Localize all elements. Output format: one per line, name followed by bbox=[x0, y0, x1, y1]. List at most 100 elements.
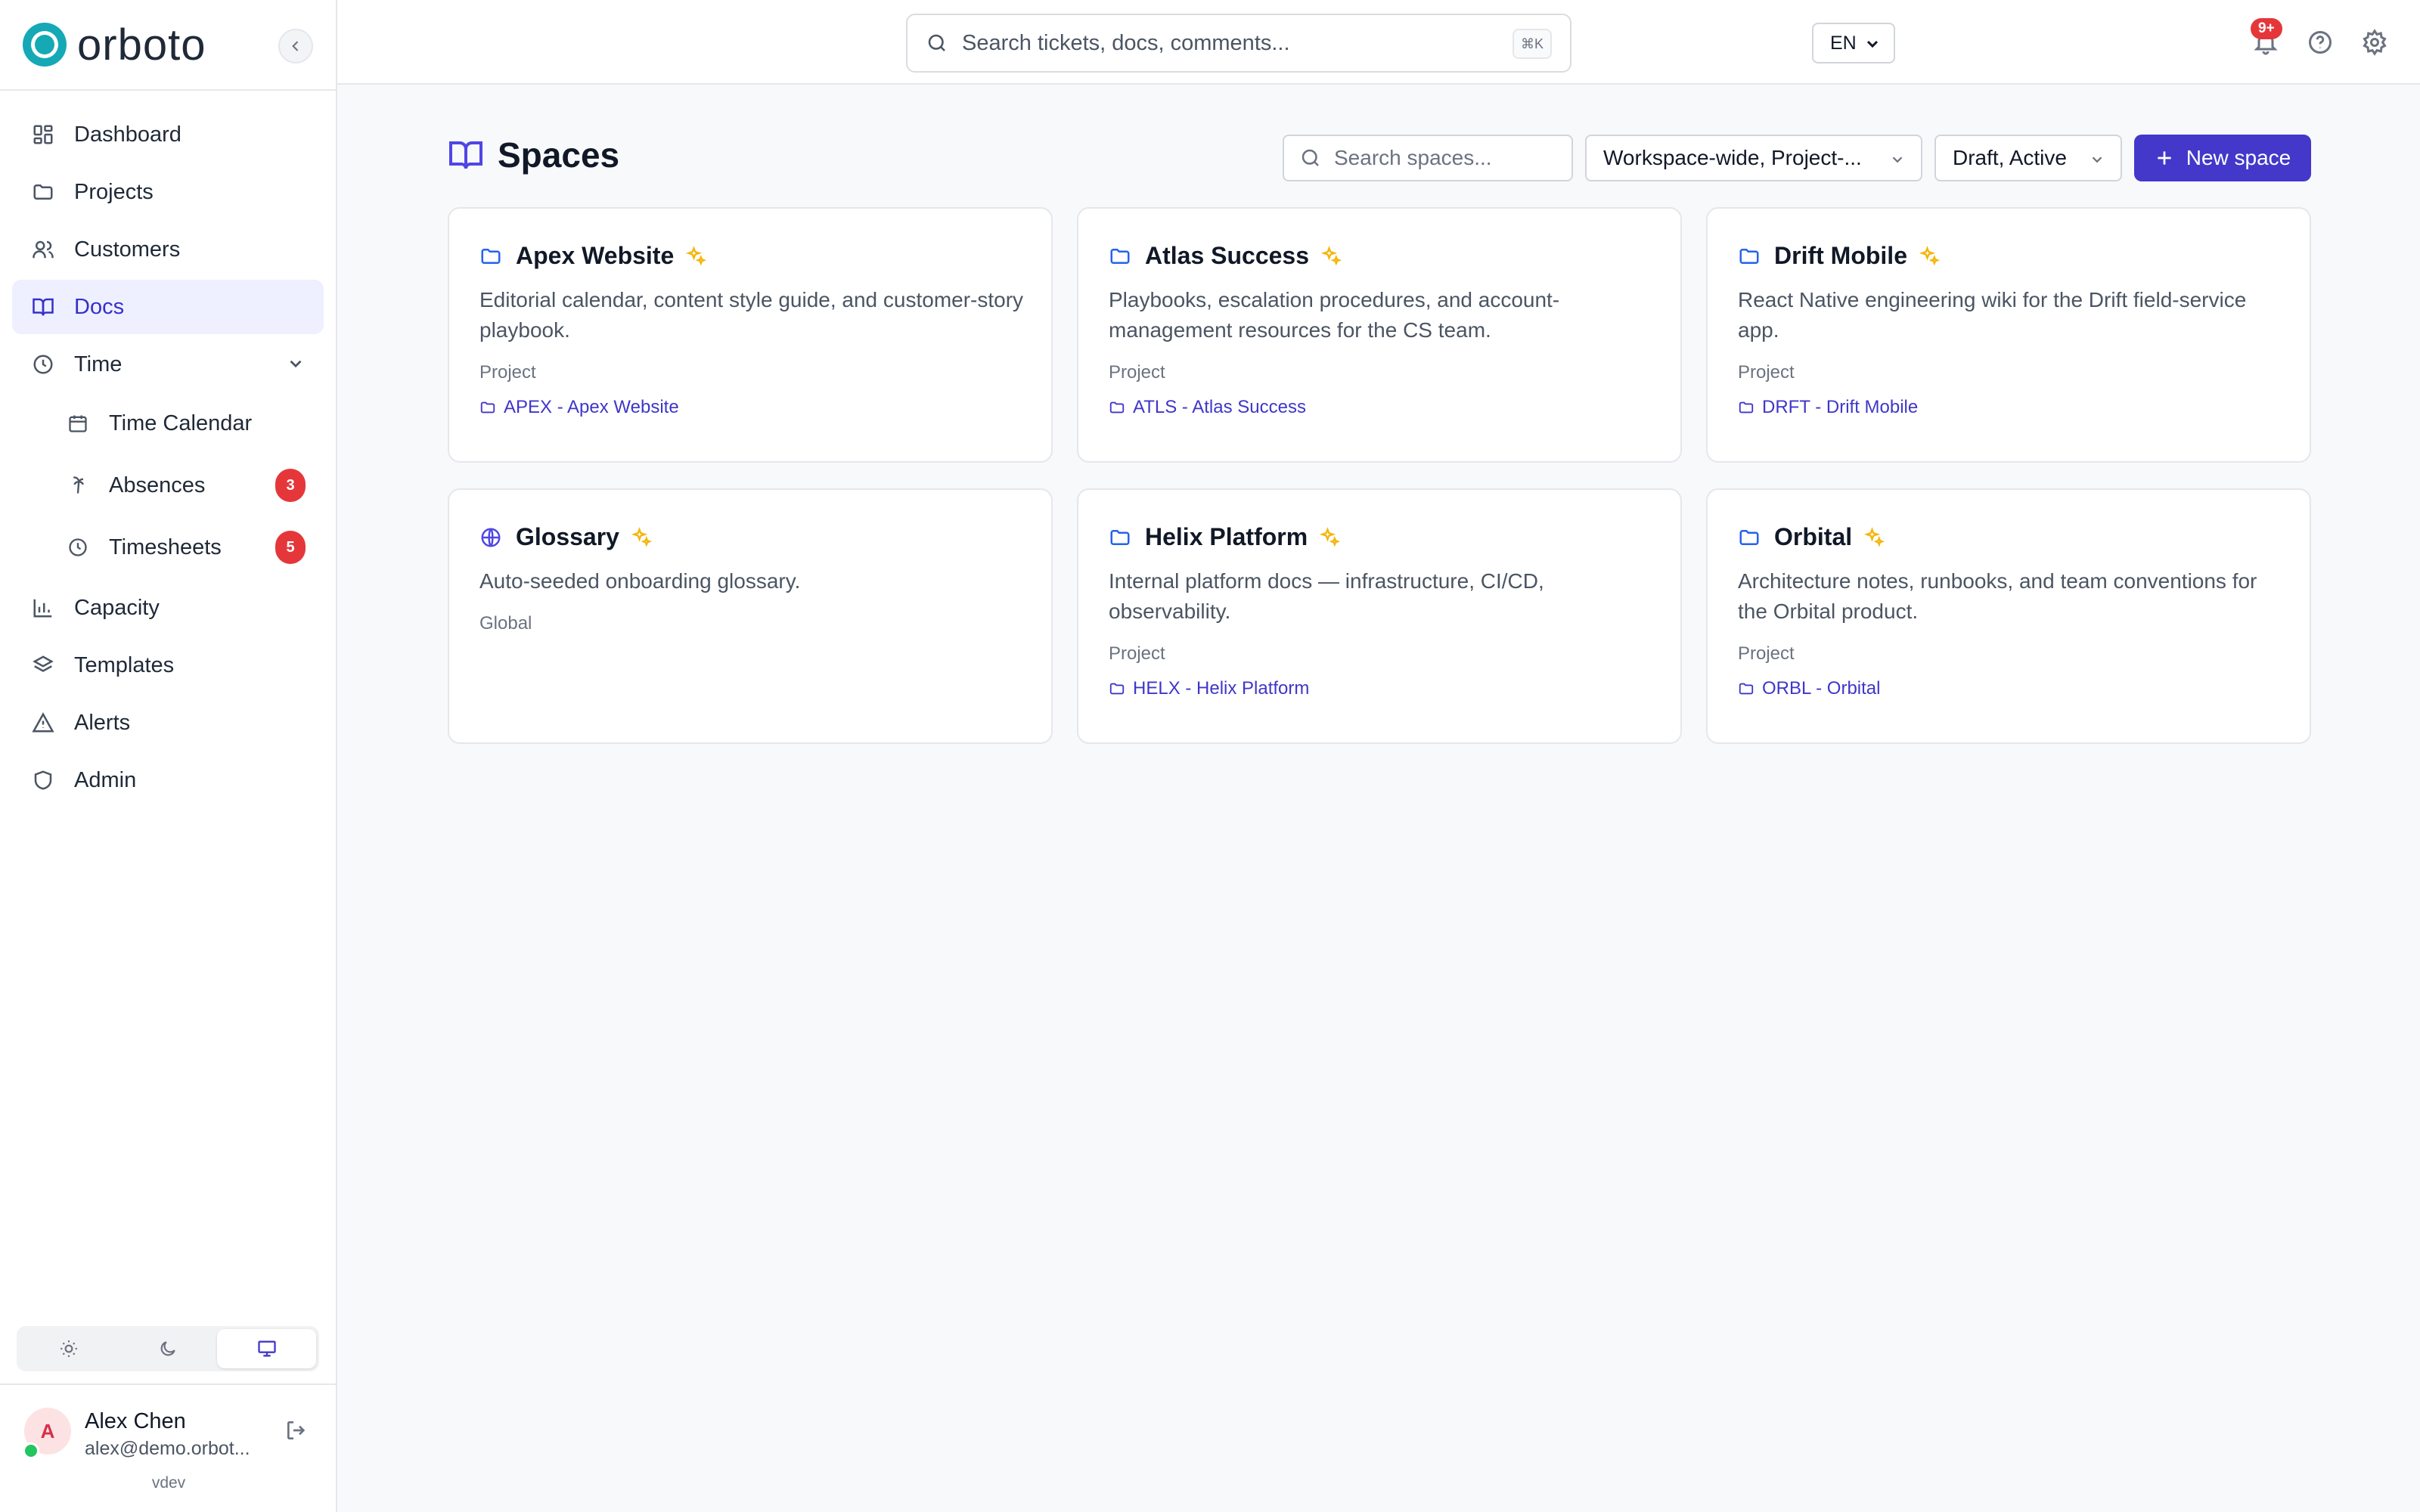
bar-chart-icon bbox=[30, 595, 56, 621]
sidebar-item-label: Customers bbox=[74, 237, 181, 262]
space-card[interactable]: Helix Platform Internal platform docs — … bbox=[1077, 488, 1682, 744]
language-value: EN bbox=[1830, 32, 1857, 54]
space-project-link-label: HELX - Helix Platform bbox=[1133, 678, 1310, 699]
help-icon bbox=[2309, 31, 2332, 54]
collapse-sidebar-button[interactable] bbox=[278, 29, 313, 64]
sidebar-item-timesheets[interactable]: Timesheets 5 bbox=[12, 519, 324, 576]
sidebar-item-time-calendar[interactable]: Time Calendar bbox=[12, 395, 324, 452]
users-icon bbox=[30, 237, 56, 262]
spaces-search-placeholder: Search spaces... bbox=[1334, 146, 1492, 169]
space-card[interactable]: Glossary Auto-seeded onboarding glossary… bbox=[448, 488, 1053, 744]
space-project-link[interactable]: APEX - Apex Website bbox=[479, 397, 1021, 418]
language-select[interactable]: EN bbox=[1812, 23, 1895, 64]
space-description: Playbooks, escalation procedures, and ac… bbox=[1109, 288, 1560, 342]
folder-icon bbox=[1739, 248, 1759, 264]
sidebar-item-label: Dashboard bbox=[74, 122, 182, 147]
sidebar-item-absences[interactable]: Absences 3 bbox=[12, 457, 324, 514]
space-card[interactable]: Orbital Architecture notes, runbooks, an… bbox=[1706, 488, 2311, 744]
space-card[interactable]: Atlas Success Playbooks, escalation proc… bbox=[1077, 207, 1682, 463]
space-scope: Project bbox=[479, 362, 536, 383]
space-description: React Native engineering wiki for the Dr… bbox=[1738, 288, 2247, 342]
help-button[interactable] bbox=[2307, 29, 2334, 56]
folder-icon bbox=[1739, 529, 1759, 545]
notifications-badge: 9+ bbox=[2251, 18, 2282, 39]
online-status-dot bbox=[23, 1442, 39, 1459]
clock-icon bbox=[30, 352, 56, 377]
space-card[interactable]: Drift Mobile React Native engineering wi… bbox=[1706, 207, 2311, 463]
sidebar-item-label: Time Calendar bbox=[109, 411, 253, 435]
space-project-link[interactable]: ORBL - Orbital bbox=[1738, 678, 2279, 699]
folder-icon bbox=[1109, 683, 1125, 695]
space-card[interactable]: Apex Website Editorial calendar, content… bbox=[448, 207, 1053, 463]
sidebar-item-time[interactable]: Time bbox=[12, 337, 324, 392]
scope-filter-value: Workspace-wide, Project-... bbox=[1603, 146, 1862, 169]
folder-icon bbox=[30, 179, 56, 205]
user-email: alex@demo.orbot... bbox=[85, 1438, 250, 1459]
sparkles-icon bbox=[1864, 526, 1885, 547]
space-project-link[interactable]: ATLS - Atlas Success bbox=[1109, 397, 1650, 418]
space-scope: Project bbox=[1109, 643, 1165, 664]
space-description: Auto-seeded onboarding glossary. bbox=[479, 569, 801, 593]
sidebar-item-admin[interactable]: Admin bbox=[12, 753, 324, 807]
sparkles-icon bbox=[1919, 245, 1941, 265]
sidebar-item-label: Absences bbox=[109, 472, 206, 497]
sparkles-icon bbox=[1321, 245, 1342, 265]
sparkles-icon bbox=[1320, 526, 1341, 547]
sidebar-item-customers[interactable]: Customers bbox=[12, 222, 324, 277]
space-description: Architecture notes, runbooks, and team c… bbox=[1738, 569, 2257, 623]
chevron-down-icon bbox=[1889, 151, 1906, 168]
space-project-link[interactable]: HELX - Helix Platform bbox=[1109, 678, 1650, 699]
space-title: Drift Mobile bbox=[1774, 242, 1907, 269]
logo-row: orboto bbox=[0, 0, 336, 91]
sun-icon bbox=[60, 1340, 78, 1357]
theme-system-button[interactable] bbox=[217, 1329, 317, 1368]
sidebar-item-label: Projects bbox=[74, 179, 154, 204]
sidebar-item-label: Docs bbox=[74, 294, 125, 319]
space-title: Atlas Success bbox=[1145, 242, 1310, 269]
theme-dark-button[interactable] bbox=[119, 1329, 218, 1368]
folder-icon bbox=[1109, 401, 1125, 414]
space-scope: Global bbox=[479, 613, 532, 634]
sparkles-icon bbox=[631, 526, 653, 547]
clock-icon bbox=[65, 534, 91, 560]
search-shortcut: ⌘K bbox=[1512, 29, 1552, 59]
logo-icon bbox=[23, 23, 67, 67]
gear-icon bbox=[2363, 29, 2387, 56]
page-title: Spaces bbox=[498, 135, 620, 175]
space-project-link[interactable]: DRFT - Drift Mobile bbox=[1738, 397, 2279, 418]
settings-button[interactable] bbox=[2361, 29, 2388, 56]
palm-tree-icon bbox=[65, 472, 91, 498]
sidebar-item-label: Templates bbox=[74, 652, 175, 677]
plus-icon bbox=[2155, 148, 2174, 168]
folder-icon bbox=[480, 401, 495, 414]
sidebar-item-templates[interactable]: Templates bbox=[12, 638, 324, 692]
moon-icon bbox=[160, 1341, 175, 1356]
folder-icon bbox=[481, 248, 501, 264]
chevron-left-icon bbox=[292, 41, 299, 51]
space-title: Apex Website bbox=[516, 242, 675, 269]
search-icon bbox=[1302, 149, 1319, 166]
scope-filter-select[interactable]: Workspace-wide, Project-... bbox=[1585, 135, 1922, 181]
monitor-icon bbox=[258, 1340, 276, 1357]
logo-text: orboto bbox=[77, 20, 206, 70]
calendar-icon bbox=[65, 411, 91, 436]
search-icon bbox=[928, 34, 945, 51]
sidebar-item-alerts[interactable]: Alerts bbox=[12, 696, 324, 750]
theme-switcher bbox=[17, 1326, 319, 1371]
logout-button[interactable] bbox=[284, 1418, 309, 1442]
global-search-placeholder: Search tickets, docs, comments... bbox=[962, 30, 1290, 55]
theme-light-button[interactable] bbox=[20, 1329, 119, 1368]
spaces-search-input[interactable]: Search spaces... bbox=[1283, 135, 1573, 181]
sidebar-item-label: Timesheets bbox=[109, 534, 222, 559]
sidebar-item-dashboard[interactable]: Dashboard bbox=[12, 107, 324, 162]
sidebar-item-capacity[interactable]: Capacity bbox=[12, 581, 324, 635]
sidebar-item-label: Capacity bbox=[74, 595, 160, 620]
sidebar-nav: Dashboard Projects Customers Docs Time T… bbox=[0, 91, 336, 807]
user-name: Alex Chen bbox=[85, 1409, 186, 1433]
status-filter-select[interactable]: Draft, Active bbox=[1934, 135, 2122, 181]
space-project-link-label: APEX - Apex Website bbox=[504, 397, 679, 417]
sidebar-item-projects[interactable]: Projects bbox=[12, 165, 324, 219]
new-space-button[interactable]: New space bbox=[2134, 135, 2311, 181]
sidebar-item-docs[interactable]: Docs bbox=[12, 280, 324, 334]
global-search-input[interactable]: Search tickets, docs, comments... ⌘K bbox=[906, 14, 1571, 73]
